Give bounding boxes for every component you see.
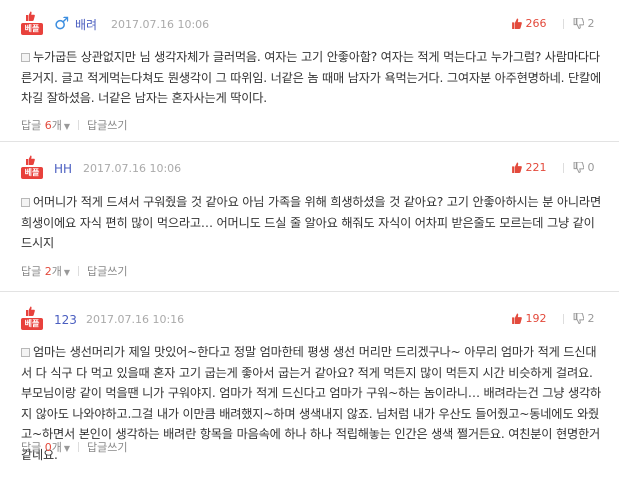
thumbs-up-icon	[512, 162, 522, 173]
male-icon: ♂	[54, 14, 70, 34]
footer-divider	[78, 120, 80, 130]
comment-marker-icon	[21, 53, 30, 62]
comment-item: 베플 HH 2017.07.16 10:06 221 0 어머니가 적게 드셔서…	[0, 142, 619, 292]
upvote-button[interactable]: 221	[511, 160, 547, 176]
downvote-button[interactable]: 2	[573, 16, 595, 32]
chevron-down-icon: ▼	[63, 122, 71, 131]
comment-date: 2017.07.16 10:06	[111, 18, 210, 31]
comment-marker-icon	[21, 348, 30, 357]
reply-count-suffix: 개	[51, 119, 62, 132]
write-reply-link[interactable]: 답글쓰기	[87, 441, 127, 454]
vote-divider	[563, 314, 564, 324]
thumbs-down-icon	[573, 162, 584, 173]
comment-date: 2017.07.16 10:16	[86, 313, 185, 326]
comment-text: 누가굽든 상관없지만 님 생각자체가 글러먹음. 여자는 고기 안좋아함? 여자…	[21, 50, 602, 105]
reply-count-suffix: 개	[51, 265, 62, 278]
thumbs-down-icon	[573, 313, 584, 324]
footer-divider	[78, 442, 80, 452]
vote-box: 221 0	[511, 160, 601, 176]
footer-divider	[78, 266, 80, 276]
write-reply-link[interactable]: 답글쓰기	[87, 119, 127, 132]
comment-list: 베플 ♂ 배려 2017.07.16 10:06 266 2 누가굽든 상관없지…	[0, 0, 619, 497]
thumbs-up-icon	[512, 313, 522, 324]
thumbs-down-icon	[573, 18, 584, 29]
downvote-button[interactable]: 0	[573, 160, 595, 176]
downvote-count: 2	[587, 312, 595, 325]
vote-divider	[563, 163, 564, 173]
upvote-button[interactable]: 266	[511, 16, 547, 32]
upvote-count: 266	[525, 17, 547, 30]
upvote-button[interactable]: 192	[511, 311, 547, 327]
chevron-down-icon: ▼	[63, 268, 71, 277]
write-reply-link[interactable]: 답글쓰기	[87, 265, 127, 278]
thumbs-up-icon	[26, 11, 35, 21]
reply-label: 답글	[21, 441, 42, 454]
best-label: 베플	[21, 23, 43, 35]
comment-item: 베플 ♂ 배려 2017.07.16 10:06 266 2 누가굽든 상관없지…	[0, 0, 619, 142]
vote-box: 192 2	[511, 311, 601, 327]
thumbs-up-icon	[512, 18, 522, 29]
comment-item: 베플 123 2017.07.16 10:16 192 2 엄마는 생선머리가 …	[0, 292, 619, 497]
reply-toggle[interactable]: 답글 6개 ▼	[21, 119, 70, 132]
chevron-down-icon: ▼	[63, 444, 71, 453]
author-name[interactable]: 123	[54, 312, 77, 328]
reply-count: 0	[44, 441, 52, 454]
reply-toggle[interactable]: 답글 0개 ▼	[21, 441, 70, 454]
comment-body: 어머니가 적게 드셔서 구워줬을 것 같아요 아님 가족을 위해 희생하셨을 것…	[21, 192, 603, 254]
reply-count: 6	[44, 119, 52, 132]
best-badge: 베플	[21, 11, 43, 36]
upvote-count: 192	[525, 312, 547, 325]
vote-divider	[563, 19, 564, 29]
thumbs-up-icon	[26, 306, 35, 316]
best-label: 베플	[21, 167, 43, 179]
best-badge: 베플	[21, 306, 43, 331]
comment-date: 2017.07.16 10:06	[83, 162, 182, 175]
comment-footer: 답글 2개 ▼ 답글쓰기	[21, 265, 128, 280]
thumbs-up-icon	[26, 155, 35, 165]
reply-count: 2	[44, 265, 52, 278]
upvote-count: 221	[525, 161, 547, 174]
reply-label: 답글	[21, 119, 42, 132]
comment-header: 베플 ♂ 배려 2017.07.16 10:06 266 2	[21, 11, 601, 36]
best-label: 베플	[21, 318, 43, 330]
best-badge: 베플	[21, 155, 43, 180]
reply-count-suffix: 개	[51, 441, 62, 454]
comment-marker-icon	[21, 198, 30, 207]
reply-label: 답글	[21, 265, 42, 278]
comment-footer: 답글 0개 ▼ 답글쓰기	[21, 441, 128, 456]
reply-toggle[interactable]: 답글 2개 ▼	[21, 265, 70, 278]
comment-header: 베플 123 2017.07.16 10:16 192 2	[21, 306, 601, 331]
downvote-count: 0	[587, 161, 595, 174]
downvote-count: 2	[587, 17, 595, 30]
comment-text: 어머니가 적게 드셔서 구워줬을 것 같아요 아님 가족을 위해 희생하셨을 것…	[21, 195, 601, 250]
comment-header: 베플 HH 2017.07.16 10:06 221 0	[21, 155, 601, 180]
comment-footer: 답글 6개 ▼ 답글쓰기	[21, 119, 128, 134]
author-name[interactable]: HH	[54, 161, 72, 177]
vote-box: 266 2	[511, 16, 601, 32]
author-name[interactable]: 배려	[75, 17, 97, 33]
comment-body: 누가굽든 상관없지만 님 생각자체가 글러먹음. 여자는 고기 안좋아함? 여자…	[21, 47, 603, 109]
downvote-button[interactable]: 2	[573, 311, 595, 327]
